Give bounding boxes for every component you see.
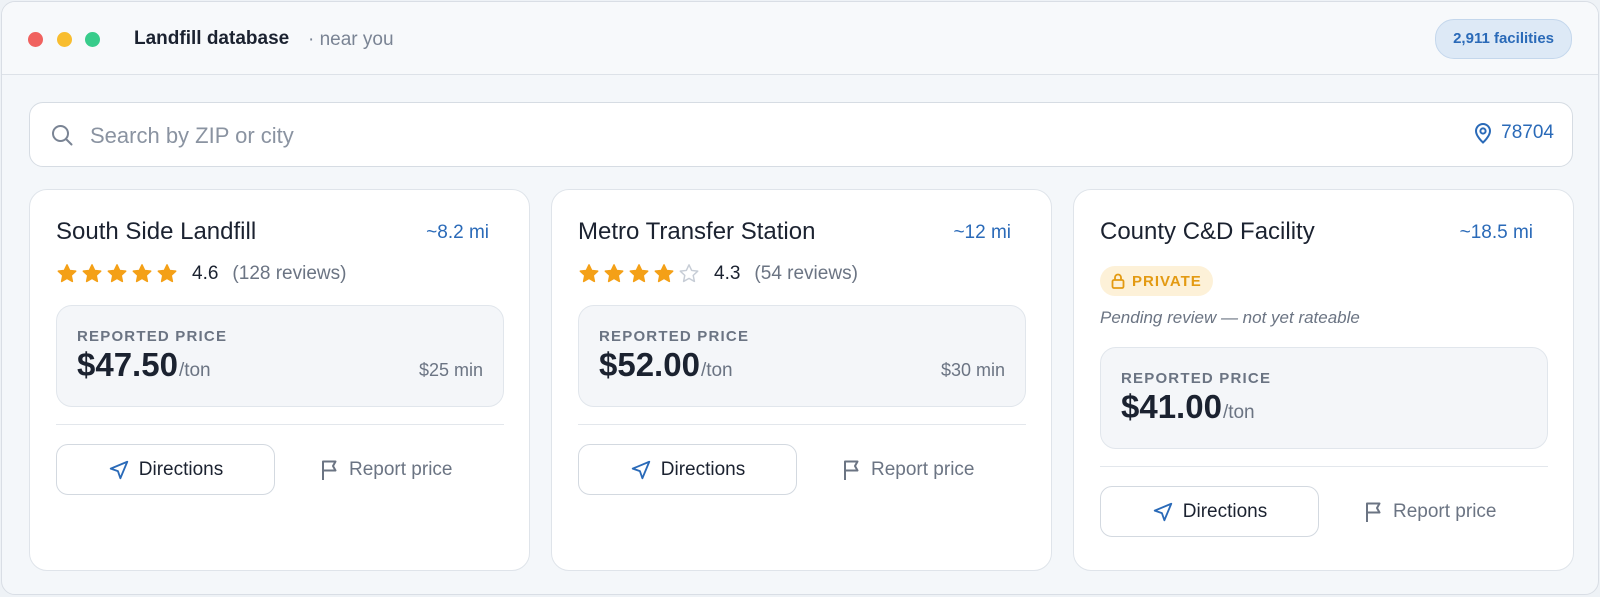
star-rating bbox=[56, 263, 178, 285]
price-row: $47.50 /ton bbox=[77, 346, 211, 384]
star-filled-icon bbox=[654, 264, 674, 283]
facility-name: County C&D Facility bbox=[1100, 218, 1315, 245]
price-row: $41.00 /ton bbox=[1121, 388, 1255, 426]
directions-label: Directions bbox=[1182, 500, 1268, 522]
star-filled-icon bbox=[132, 264, 152, 283]
title-bar: Landfill database · near you 2,911 facil… bbox=[2, 2, 1598, 75]
flag-icon bbox=[1366, 502, 1381, 522]
facility-card: County C&D Facility ~18.5 mi PRIVATE Pen… bbox=[1073, 189, 1574, 571]
pending-review-note: Pending review — not yet rateable bbox=[1100, 308, 1360, 327]
star-filled-icon bbox=[57, 264, 77, 283]
rating-row: 4.6 (128 reviews) bbox=[56, 262, 346, 286]
rating-row: 4.3 (54 reviews) bbox=[578, 262, 858, 286]
rating-value: 4.6 bbox=[192, 263, 219, 284]
price-box: REPORTED PRICE $41.00 /ton bbox=[1100, 347, 1548, 449]
star-filled-icon bbox=[82, 264, 102, 283]
price-unit: /ton bbox=[700, 360, 733, 381]
price-row: $52.00 /ton bbox=[599, 346, 733, 384]
star-filled-icon bbox=[579, 264, 599, 283]
facility-name: South Side Landfill bbox=[56, 218, 257, 245]
review-count[interactable]: (128 reviews) bbox=[232, 263, 346, 285]
price-box: REPORTED PRICE $47.50 /ton $25 min bbox=[56, 305, 504, 407]
app-subtitle: · near you bbox=[308, 29, 394, 50]
price-unit: /ton bbox=[178, 360, 211, 381]
price-unit: /ton bbox=[1222, 402, 1255, 423]
minimum-charge: $30 min bbox=[940, 360, 1005, 380]
search-icon bbox=[52, 125, 73, 146]
star-filled-icon bbox=[107, 264, 127, 283]
report-price-button[interactable]: Report price bbox=[842, 444, 1002, 495]
price-label: REPORTED PRICE bbox=[1121, 370, 1272, 387]
directions-button[interactable]: Directions bbox=[1100, 486, 1319, 537]
report-price-button[interactable]: Report price bbox=[1364, 486, 1524, 537]
minimum-charge: $25 min bbox=[418, 360, 483, 380]
directions-button[interactable]: Directions bbox=[578, 444, 797, 495]
facility-name: Metro Transfer Station bbox=[578, 218, 816, 245]
report-price-button[interactable]: Report price bbox=[320, 444, 480, 495]
report-price-label: Report price bbox=[871, 458, 975, 480]
search-bar: 78704 bbox=[29, 102, 1573, 167]
star-filled-icon bbox=[629, 264, 649, 283]
price-label: REPORTED PRICE bbox=[599, 328, 750, 345]
search-input[interactable] bbox=[88, 115, 1292, 157]
flag-icon bbox=[322, 460, 337, 480]
navigation-arrow-icon bbox=[631, 460, 650, 479]
navigation-arrow-icon bbox=[109, 460, 128, 479]
app-title: Landfill database bbox=[134, 28, 290, 49]
facility-count-badge: 2,911 facilities bbox=[1435, 19, 1572, 59]
review-count[interactable]: (54 reviews) bbox=[754, 263, 857, 285]
map-pin-icon bbox=[1475, 123, 1492, 144]
star-empty-icon bbox=[679, 264, 699, 283]
facility-card: Metro Transfer Station ~12 mi 4.3 (54 re… bbox=[551, 189, 1052, 571]
rating-value: 4.3 bbox=[714, 263, 741, 284]
star-rating bbox=[578, 263, 700, 285]
directions-label: Directions bbox=[138, 458, 224, 480]
flag-icon bbox=[844, 460, 859, 480]
report-price-label: Report price bbox=[1393, 500, 1497, 522]
price-value: $47.50 bbox=[77, 346, 178, 383]
facility-distance: ~12 mi bbox=[953, 222, 1011, 243]
maximize-window-button[interactable] bbox=[85, 32, 100, 47]
price-box: REPORTED PRICE $52.00 /ton $30 min bbox=[578, 305, 1026, 407]
facility-card: South Side Landfill ~8.2 mi 4.6 (128 rev… bbox=[29, 189, 530, 571]
private-badge: PRIVATE bbox=[1100, 266, 1213, 296]
zip-code: 78704 bbox=[1501, 122, 1554, 143]
location-zip[interactable]: 78704 bbox=[1473, 122, 1554, 144]
lock-icon bbox=[1111, 273, 1125, 289]
app-window: Landfill database · near you 2,911 facil… bbox=[1, 1, 1599, 595]
star-filled-icon bbox=[157, 264, 177, 283]
facility-distance: ~8.2 mi bbox=[426, 222, 489, 243]
navigation-arrow-icon bbox=[1153, 502, 1172, 521]
minimize-window-button[interactable] bbox=[57, 32, 72, 47]
price-value: $41.00 bbox=[1121, 388, 1222, 425]
star-filled-icon bbox=[604, 264, 624, 283]
card-divider bbox=[578, 424, 1026, 425]
private-badge-label: PRIVATE bbox=[1132, 272, 1202, 290]
directions-button[interactable]: Directions bbox=[56, 444, 275, 495]
report-price-label: Report price bbox=[349, 458, 453, 480]
close-window-button[interactable] bbox=[28, 32, 43, 47]
facility-distance: ~18.5 mi bbox=[1459, 222, 1533, 243]
price-value: $52.00 bbox=[599, 346, 700, 383]
card-divider bbox=[1100, 466, 1548, 467]
price-label: REPORTED PRICE bbox=[77, 328, 228, 345]
directions-label: Directions bbox=[660, 458, 746, 480]
card-divider bbox=[56, 424, 504, 425]
